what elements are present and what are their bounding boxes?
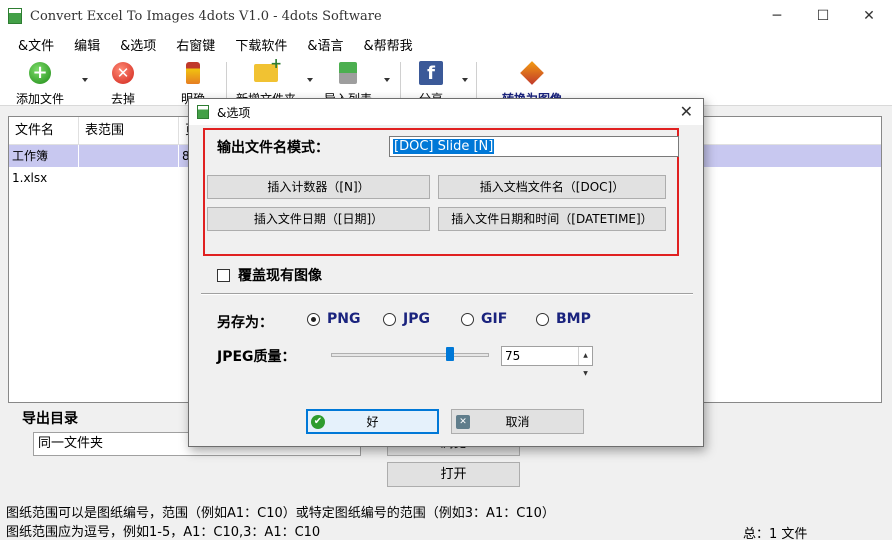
remove-icon: ✕ [112,62,134,84]
row-range [79,145,179,167]
ok-button[interactable]: ✔ 好 [306,409,439,434]
radio-jpg[interactable]: JPG [383,311,430,327]
open-button[interactable]: 打开 [387,462,520,487]
menu-help[interactable]: &帮帮我 [357,35,418,54]
radio-bmp-dot[interactable] [536,312,549,326]
overwrite-checkbox[interactable] [217,268,230,282]
radio-png-label: PNG [327,311,361,327]
new-folder-dropdown-icon[interactable] [307,78,313,82]
check-icon: ✔ [311,414,325,429]
menu-context[interactable]: 右窗键 [170,35,221,54]
jpeg-quality-spinbox[interactable]: 75 ▲ ▼ [501,346,593,377]
import-icon [339,62,357,84]
radio-jpg-label: JPG [403,311,430,327]
row-filename: 工作簿1.xlsx [9,145,79,185]
insert-date-button[interactable]: 插入文件日期（[日期]） [207,207,430,231]
dialog-divider [201,293,693,295]
insert-counter-button[interactable]: 插入计数器（[N]） [207,175,430,199]
radio-png[interactable]: PNG [307,311,360,327]
dialog-title-bar: &选项 ✕ [189,99,703,125]
spin-up-icon[interactable]: ▲ [583,347,588,365]
broom-icon [186,62,200,84]
insert-docname-button[interactable]: 插入文档文件名（[DOC]） [438,175,666,199]
options-dialog: &选项 ✕ 输出文件名模式： [DOC] Slide [N] 插入计数器（[N]… [188,98,704,447]
jpeg-quality-label: JPEG质量： [217,349,296,365]
radio-bmp[interactable]: BMP [536,311,591,327]
window-controls: ─ ☐ ✕ [754,0,892,32]
add-files-label: 添加文件 [16,92,65,106]
ok-label: 好 [366,415,379,429]
cancel-icon: ✕ [456,414,470,429]
column-range[interactable]: 表范围 [79,117,179,145]
add-files-dropdown-icon[interactable] [82,78,88,82]
app-excel-icon [8,8,22,24]
dialog-close-button[interactable]: ✕ [680,102,693,121]
pattern-value: [DOC] Slide [N] [393,139,495,154]
title-bar: Convert Excel To Images 4dots V1.0 - 4do… [0,0,892,32]
toolbar-separator [476,62,477,100]
share-dropdown-icon[interactable] [462,78,468,82]
radio-bmp-label: BMP [556,311,591,327]
cancel-label: 取消 [505,415,530,429]
window-title: Convert Excel To Images 4dots V1.0 - 4do… [30,8,382,24]
toolbar-separator [226,62,227,100]
menu-options[interactable]: &选项 [114,35,162,54]
insert-datetime-button[interactable]: 插入文件日期和时间（[DATETIME]） [438,207,666,231]
close-button[interactable]: ✕ [846,0,892,32]
facebook-icon: f [419,61,443,85]
toolbar-separator [400,62,401,100]
column-filename[interactable]: 文件名 [9,117,79,145]
maximize-button[interactable]: ☐ [800,0,846,32]
status-file-count: 总：1 文件 [743,527,808,540]
spin-down-icon[interactable]: ▼ [583,365,588,383]
add-icon: + [29,62,51,84]
radio-gif-label: GIF [481,311,508,327]
pattern-label: 输出文件名模式： [217,140,329,156]
menu-language[interactable]: &语言 [301,35,349,54]
jpeg-quality-slider[interactable] [325,344,495,368]
import-list-dropdown-icon[interactable] [384,78,390,82]
menu-edit[interactable]: 编辑 [68,35,106,54]
radio-gif[interactable]: GIF [461,311,507,327]
menu-bar: &文件 编辑 &选项 右窗键 下载软件 &语言 &帮帮我 [0,32,892,56]
radio-jpg-dot[interactable] [383,312,396,326]
overwrite-label: 覆盖现有图像 [238,268,322,284]
folder-add-icon [254,56,282,82]
slider-track [331,353,489,357]
jpeg-quality-value: 75 [505,349,521,363]
menu-file[interactable]: &文件 [12,35,60,54]
remove-label: 去掉 [110,92,135,106]
export-dir-label: 导出目录 [22,411,78,427]
overwrite-option[interactable]: 覆盖现有图像 [217,265,322,285]
radio-png-dot[interactable] [307,312,320,326]
convert-arrow-icon [520,61,544,85]
hint-line-1: 图纸范围可以是图纸编号，范围（例如A1：C10）或特定图纸编号的范围（例如3：A… [6,506,555,521]
slider-thumb[interactable] [445,347,454,361]
hint-line-2: 图纸范围应为逗号，例如1-5，A1：C10,3：A1：C10 [6,525,321,540]
pattern-input[interactable]: [DOC] Slide [N] [389,136,679,157]
radio-gif-dot[interactable] [461,312,474,326]
cancel-button[interactable]: ✕ 取消 [451,409,584,434]
minimize-button[interactable]: ─ [754,0,800,32]
saveas-label: 另存为： [217,315,273,331]
dialog-app-icon [197,105,209,119]
dialog-title: &选项 [217,105,251,120]
add-files-button[interactable]: + 添加文件 [16,60,64,107]
remove-button[interactable]: ✕ 去掉 [110,60,136,107]
spin-arrows[interactable]: ▲ ▼ [578,347,592,377]
menu-download[interactable]: 下载软件 [229,35,293,54]
